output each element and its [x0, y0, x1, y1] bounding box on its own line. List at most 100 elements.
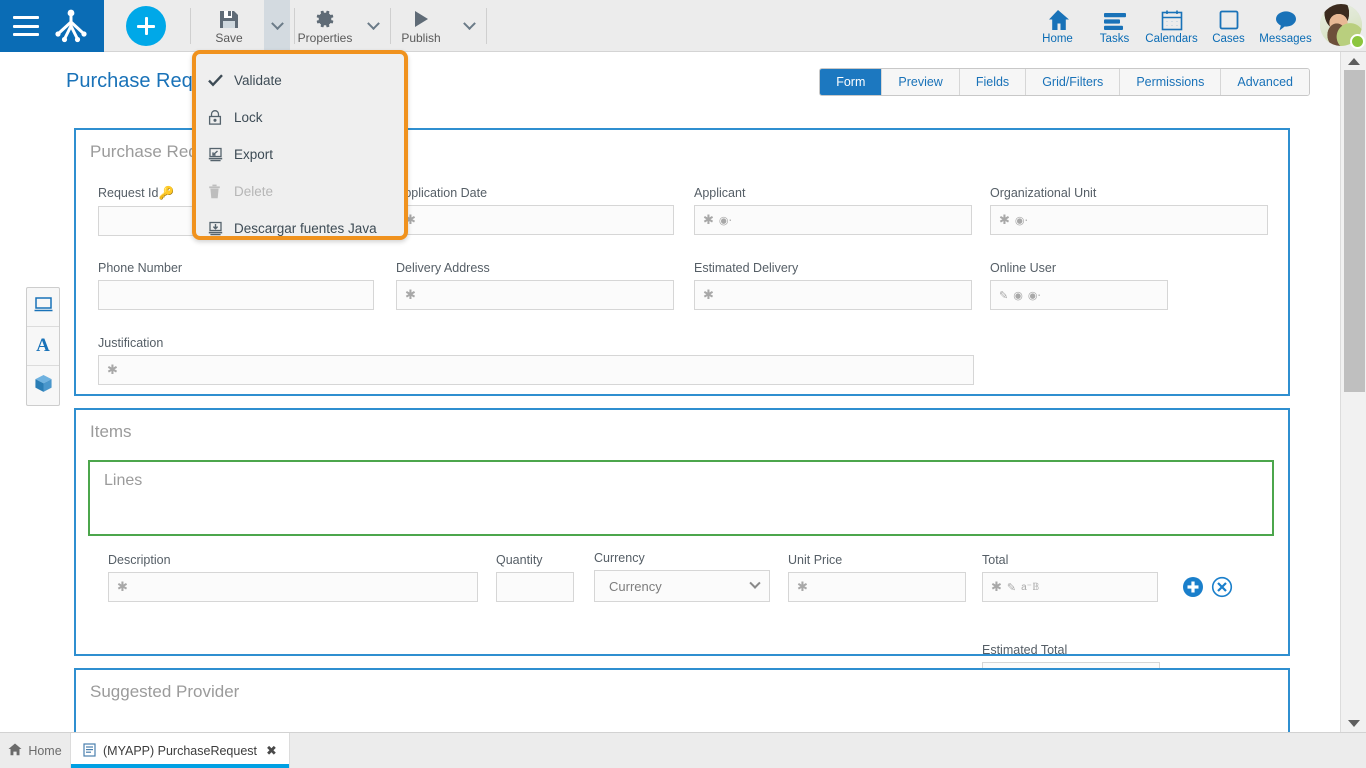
menu-item-lock[interactable]: Lock: [196, 99, 404, 136]
taskbar-tab-label: (MYAPP) PurchaseRequest: [103, 744, 257, 758]
field-application-date: Application Date ✱: [396, 186, 674, 235]
brand-area: [0, 0, 104, 52]
remove-row-icon: [1211, 576, 1233, 603]
scroll-down-arrow[interactable]: [1341, 714, 1366, 732]
required-asterisk-icon: ✱: [703, 212, 714, 227]
justification-input[interactable]: ✱: [98, 355, 974, 385]
nav-messages[interactable]: Messages: [1257, 0, 1314, 52]
items-section-title: Items: [90, 422, 132, 441]
save-dropdown-toggle[interactable]: [264, 0, 290, 52]
nav-home[interactable]: Home: [1029, 0, 1086, 52]
vertical-scrollbar[interactable]: [1340, 52, 1366, 732]
save-dropdown-menu: Validate Lock Export Delete Descargar fu…: [192, 50, 408, 240]
nav-cases[interactable]: Cases: [1200, 0, 1257, 52]
unit-price-input[interactable]: ✱: [788, 572, 966, 602]
menu-item-lock-label: Lock: [234, 110, 263, 125]
quantity-input[interactable]: [496, 572, 574, 602]
chevron-down-icon: [462, 16, 476, 30]
organizational-unit-input[interactable]: ✱ ◉⋅: [990, 205, 1268, 235]
field-estimated-total-label: Estimated Total: [982, 643, 1068, 657]
taskbar-home-button[interactable]: Home: [0, 733, 70, 768]
chevron-down-icon: [366, 16, 380, 30]
gear-icon: [314, 7, 336, 31]
eye-icon: ◉: [1013, 289, 1023, 302]
toolbar-divider-4: [486, 8, 487, 44]
hamburger-icon[interactable]: [13, 16, 39, 36]
menu-item-validate[interactable]: Validate: [196, 62, 404, 99]
scrollbar-thumb[interactable]: [1344, 70, 1365, 392]
scroll-up-arrow[interactable]: [1341, 52, 1366, 70]
applicant-input[interactable]: ✱ ◉⋅: [694, 205, 972, 235]
nav-calendars[interactable]: Calendars: [1143, 0, 1200, 52]
delivery-address-input[interactable]: ✱: [396, 280, 674, 310]
tab-permissions[interactable]: Permissions: [1120, 69, 1222, 95]
top-nav: Home Tasks Calendars Cases Messages: [1029, 0, 1366, 52]
menu-item-delete-label: Delete: [234, 184, 274, 199]
tool-text-button[interactable]: A: [27, 327, 59, 366]
total-input[interactable]: ✱ ✎ a⁻𝔹: [982, 572, 1158, 602]
avatar[interactable]: [1314, 0, 1366, 52]
menu-item-export-label: Export: [234, 147, 274, 162]
monitor-screen-icon: [34, 296, 53, 318]
menu-item-validate-label: Validate: [234, 73, 282, 88]
pen-icon: ✎: [1006, 581, 1017, 594]
menu-item-export[interactable]: Export: [196, 136, 404, 173]
menu-item-delete[interactable]: Delete: [196, 173, 404, 210]
tab-fields[interactable]: Fields: [959, 69, 1027, 95]
save-button[interactable]: Save: [200, 0, 258, 52]
field-applicant-label: Applicant: [694, 186, 746, 200]
field-online-user-label: Online User: [990, 261, 1056, 275]
active-tab-indicator: [71, 764, 289, 768]
required-asterisk-icon: ✱: [107, 362, 118, 377]
field-unit-price-label: Unit Price: [788, 553, 843, 567]
download-java-icon: [208, 221, 234, 236]
tab-form[interactable]: Form: [820, 69, 883, 95]
description-input[interactable]: ✱: [108, 572, 478, 602]
field-unit-price: Unit Price ✱: [788, 553, 966, 602]
menu-item-descargar-fuentes-java[interactable]: Descargar fuentes Java: [196, 210, 404, 247]
field-organizational-unit-label: Organizational Unit: [990, 186, 1097, 200]
taskbar-tab-purchaserequest[interactable]: (MYAPP) PurchaseRequest ✖: [70, 733, 290, 768]
add-line-button[interactable]: [1182, 576, 1204, 600]
field-estimated-delivery-label: Estimated Delivery: [694, 261, 799, 275]
tool-monitor-button[interactable]: [27, 288, 59, 327]
field-total: Total ✱ ✎ a⁻𝔹: [982, 553, 1158, 602]
tab-preview[interactable]: Preview: [882, 69, 960, 95]
formula-icon: a⁻𝔹: [1021, 581, 1040, 593]
link-node-icon: ◉⋅: [1027, 289, 1041, 302]
add-new-button[interactable]: [126, 6, 166, 46]
properties-button[interactable]: Properties: [294, 0, 356, 52]
required-asterisk-icon: ✱: [117, 579, 128, 594]
left-tool-strip: A: [26, 287, 60, 406]
estimated-delivery-input[interactable]: ✱: [694, 280, 972, 310]
chevron-down-icon: [270, 16, 284, 30]
status-badge: [1350, 34, 1365, 49]
currency-select[interactable]: Currency: [594, 570, 770, 602]
save-label: Save: [215, 31, 243, 45]
tool-cube-button[interactable]: [27, 366, 59, 405]
online-user-input[interactable]: ✎ ◉ ◉⋅: [990, 280, 1168, 310]
phone-number-input[interactable]: [98, 280, 374, 310]
bonita-logo-icon[interactable]: [51, 8, 91, 44]
save-floppy-icon: [218, 7, 240, 31]
items-panel: Items Lines Description ✱ Quantity Curre…: [74, 408, 1290, 692]
publish-dropdown-toggle[interactable]: [456, 0, 482, 52]
lines-section-title: Lines: [104, 472, 143, 489]
properties-label: Properties: [297, 31, 353, 45]
case-square-icon: [1218, 8, 1240, 31]
field-description-label: Description: [108, 553, 171, 567]
tab-grid-filters[interactable]: Grid/Filters: [1026, 69, 1121, 95]
message-bubble-icon: [1274, 8, 1298, 31]
field-currency: Currency Currency: [594, 551, 770, 602]
close-icon[interactable]: ✖: [266, 743, 277, 759]
properties-dropdown-toggle[interactable]: [360, 0, 386, 52]
tab-advanced[interactable]: Advanced: [1221, 69, 1309, 95]
nav-tasks[interactable]: Tasks: [1086, 0, 1143, 52]
field-application-date-label: Application Date: [396, 186, 488, 200]
required-asterisk-icon: ✱: [999, 212, 1010, 227]
chevron-down-icon: [749, 577, 761, 589]
remove-line-button[interactable]: [1211, 576, 1233, 603]
tasks-list-icon: [1103, 8, 1127, 31]
application-date-input[interactable]: ✱: [396, 205, 674, 235]
publish-button[interactable]: Publish: [392, 0, 450, 52]
